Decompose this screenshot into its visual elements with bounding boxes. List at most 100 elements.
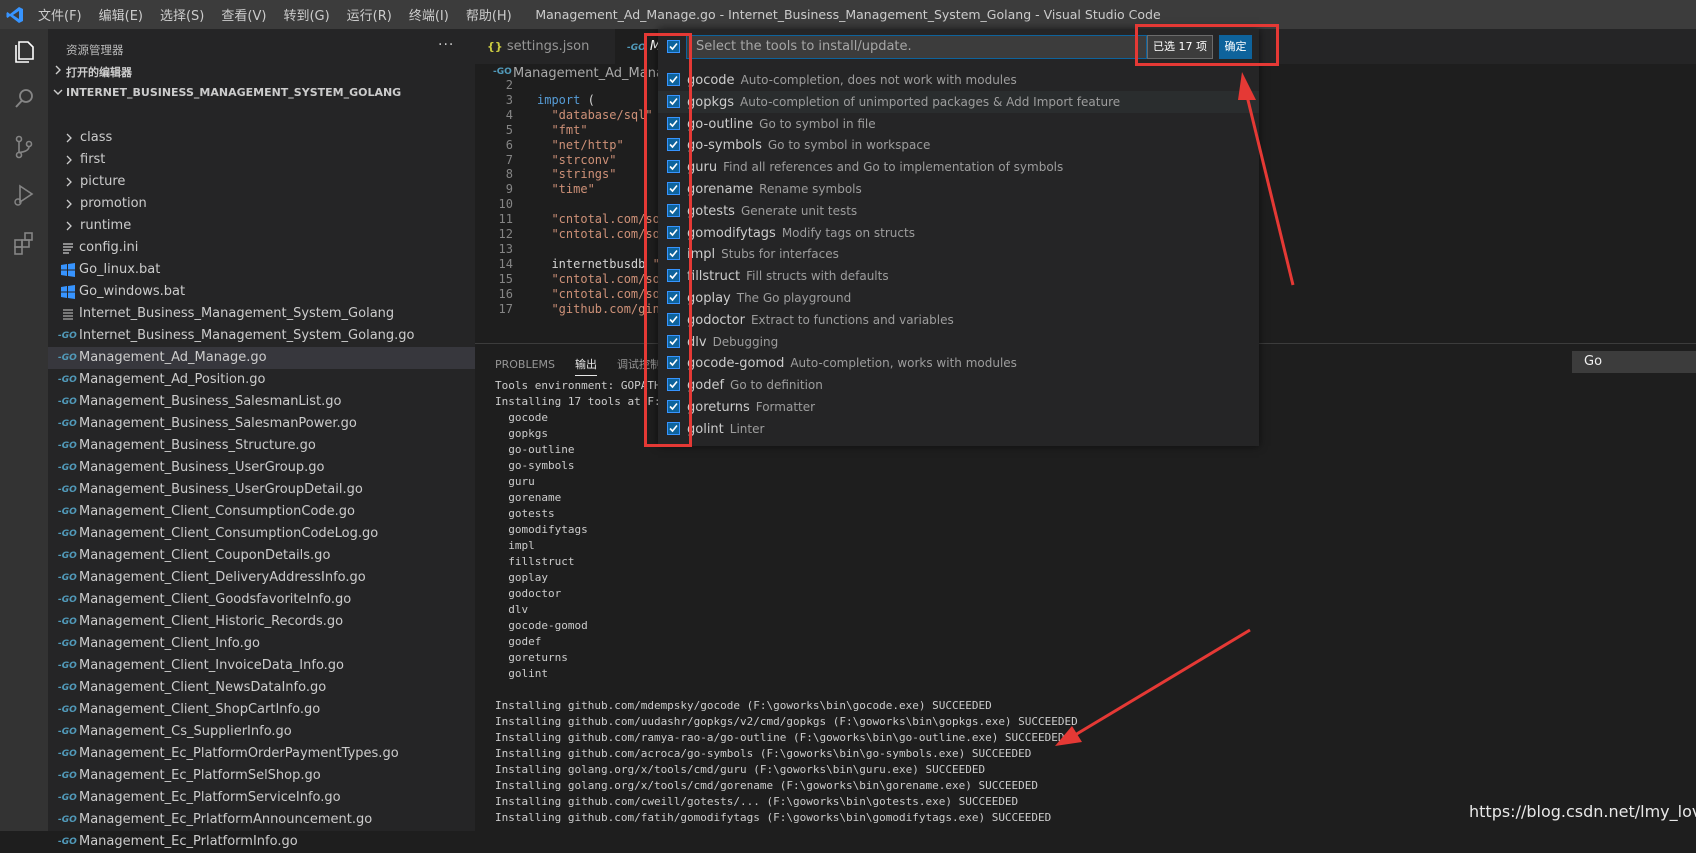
tab-label: settings.json xyxy=(506,39,590,54)
tool-item-guru[interactable]: guru Find all references and Go to implem… xyxy=(658,156,1259,178)
file-item[interactable]: -GO Management_Client_CouponDetails.go xyxy=(48,545,475,567)
file-item[interactable]: -GO Management_Business_SalesmanPower.go xyxy=(48,413,475,435)
code-token: "net/http" xyxy=(537,137,624,152)
file-item[interactable]: -GO Management_Cs_SupplierInfo.go xyxy=(48,721,475,743)
file-item[interactable]: -GO Management_Client_ShopCartInfo.go xyxy=(48,699,475,721)
file-item[interactable]: -GO Management_Ad_Position.go xyxy=(48,369,475,391)
run-debug-icon[interactable] xyxy=(10,181,38,209)
file-tree: class first picture promotion runtime config.… xyxy=(48,127,475,853)
file-item[interactable]: -GO Management_Client_DeliveryAddressInfo… xyxy=(48,567,475,589)
file-item[interactable]: -GO Management_Ec_PlatformServiceInfo.go xyxy=(48,787,475,809)
folder-item[interactable]: promotion xyxy=(48,193,475,215)
file-item[interactable]: -GO Management_Ec_PrlatformAnnouncement.g… xyxy=(48,809,475,831)
file-item[interactable]: -GO Management_Client_NewsDataInfo.go xyxy=(48,677,475,699)
search-icon[interactable] xyxy=(10,85,38,113)
file-label: Go_linux.bat xyxy=(79,262,161,277)
tool-item-fillstruct[interactable]: fillstruct Fill structs with defaults xyxy=(658,265,1259,287)
file-label: Management_Client_CouponDetails.go xyxy=(79,548,331,563)
tool-item-impl[interactable]: impl Stubs for interfaces xyxy=(658,243,1259,265)
file-item[interactable]: -GO Management_Business_SalesmanList.go xyxy=(48,391,475,413)
go-icon: -GO xyxy=(58,331,77,341)
go-icon: -GO xyxy=(58,815,77,825)
panel-tab[interactable]: PROBLEMS xyxy=(495,358,555,371)
file-item[interactable]: -GO Management_Client_Info.go xyxy=(48,633,475,655)
tool-name-wrap: gocode-gomod Auto-completion, works with … xyxy=(687,352,1017,375)
file-item[interactable]: -GO Management_Ec_PlatformSelShop.go xyxy=(48,765,475,787)
folder-label: class xyxy=(80,130,113,145)
explorer-icon[interactable] xyxy=(10,37,38,65)
file-item[interactable]: Internet_Business_Management_System_Gola… xyxy=(48,303,475,325)
tab-settings-json[interactable]: {} settings.json xyxy=(475,29,605,64)
file-item[interactable]: -GO Internet_Business_Management_System_G… xyxy=(48,325,475,347)
file-item[interactable]: -GO Management_Client_ConsumptionCodeLog.… xyxy=(48,523,475,545)
panel-tab[interactable]: 输出 xyxy=(575,358,598,376)
project-section[interactable]: INTERNET_BUSINESS_MANAGEMENT_SYSTEM_GOLA… xyxy=(48,82,475,104)
file-item[interactable]: -GO Management_Client_ConsumptionCode.go xyxy=(48,501,475,523)
more-actions-icon[interactable]: ··· xyxy=(438,37,454,53)
tool-item-golint[interactable]: golint Linter xyxy=(658,418,1259,440)
file-item[interactable]: -GO Management_Ec_PrlatformInfo.go xyxy=(48,831,475,853)
line-number: 17 xyxy=(498,301,513,316)
tool-item-goreturns[interactable]: goreturns Formatter xyxy=(658,396,1259,418)
file-item[interactable]: -GO Management_Business_UserGroup.go xyxy=(48,457,475,479)
tool-item-godoctor[interactable]: godoctor Extract to functions and variabl… xyxy=(658,309,1259,331)
file-label: Management_Business_SalesmanPower.go xyxy=(79,416,357,431)
tool-item-goplay[interactable]: goplay The Go playground xyxy=(658,287,1259,309)
tool-item-gocode-gomod[interactable]: gocode-gomod Auto-completion, works with … xyxy=(658,352,1259,374)
folder-item[interactable]: class xyxy=(48,127,475,149)
tool-item-gomodifytags[interactable]: gomodifytags Modify tags on structs xyxy=(658,222,1259,244)
file-label: Management_Ad_Position.go xyxy=(79,372,266,387)
folder-label: promotion xyxy=(80,196,147,211)
file-item[interactable]: config.ini xyxy=(48,237,475,259)
file-item[interactable]: -GO Management_Client_InvoiceData_Info.go xyxy=(48,655,475,677)
file-icon xyxy=(63,309,73,320)
file-label: Management_Ec_PlatformServiceInfo.go xyxy=(79,790,341,805)
tool-item-go-outline[interactable]: go-outline Go to symbol in file xyxy=(658,113,1259,135)
line-number: 13 xyxy=(498,241,513,256)
tool-install-quickpick: Select the tools to install/update. 已选 1… xyxy=(658,29,1259,446)
folder-item[interactable]: first xyxy=(48,149,475,171)
output-channel-select[interactable]: Go xyxy=(1572,351,1696,373)
output-line: impl xyxy=(495,539,535,552)
tool-item-gorename[interactable]: gorename Rename symbols xyxy=(658,178,1259,200)
tool-item-gopkgs[interactable]: gopkgs Auto-completion of unimported pack… xyxy=(658,90,1259,113)
file-item[interactable]: -GO Management_Business_Structure.go xyxy=(48,435,475,457)
tool-item-godef[interactable]: godef Go to definition xyxy=(658,374,1259,396)
line-number: 2 xyxy=(505,78,513,92)
file-item[interactable]: -GO Management_Client_Historic_Records.go xyxy=(48,611,475,633)
file-item[interactable]: Go_linux.bat xyxy=(48,259,475,281)
file-label: Management_Ec_PlatformOrderPaymentTypes.… xyxy=(79,746,399,761)
source-control-icon[interactable] xyxy=(10,133,38,161)
tool-item-gocode[interactable]: gocode Auto-completion, does not work wit… xyxy=(658,69,1259,91)
line-number: 7 xyxy=(505,152,513,167)
go-icon: -GO xyxy=(58,419,77,429)
tool-item-gotests[interactable]: gotests Generate unit tests xyxy=(658,200,1259,222)
file-item[interactable]: -GO Management_Business_UserGroupDetail.g… xyxy=(48,479,475,501)
chevron-right-icon xyxy=(66,155,72,165)
code-token: "fmt" xyxy=(537,122,588,137)
tool-item-go-symbols[interactable]: go-symbols Go to symbol in workspace xyxy=(658,134,1259,156)
chevron-right-icon xyxy=(66,177,72,187)
file-item[interactable]: -GO Management_Client_GoodsfavoriteInfo.g… xyxy=(48,589,475,611)
tool-description: Go to definition xyxy=(730,378,823,393)
tool-item-dlv[interactable]: dlv Debugging xyxy=(658,331,1259,353)
file-label: config.ini xyxy=(79,240,139,255)
quickpick-input[interactable]: Select the tools to install/update. xyxy=(686,35,1147,59)
output-line: Installing github.com/ramya-rao-a/go-out… xyxy=(495,731,1065,744)
folder-item[interactable]: picture xyxy=(48,171,475,193)
go-icon: -GO xyxy=(58,551,77,561)
tool-name-wrap: gocode Auto-completion, does not work wit… xyxy=(687,69,1017,92)
file-item[interactable]: -GO Management_Ad_Manage.go xyxy=(48,347,475,369)
open-editors-section[interactable]: 打开的编辑器 xyxy=(48,60,475,82)
file-item[interactable]: Go_windows.bat xyxy=(48,281,475,303)
line-number: 5 xyxy=(505,122,513,137)
folder-item[interactable]: runtime xyxy=(48,215,475,237)
tool-name: gocode-gomod xyxy=(687,356,785,372)
code-token: "time" xyxy=(537,182,595,197)
go-icon: -GO xyxy=(58,749,77,759)
tool-name: gorename xyxy=(687,182,754,197)
go-icon: -GO xyxy=(58,573,77,583)
extensions-icon[interactable] xyxy=(10,229,38,257)
file-item[interactable]: -GO Management_Ec_PlatformOrderPaymentTyp… xyxy=(48,743,475,765)
ok-highlight-box xyxy=(1135,24,1279,66)
